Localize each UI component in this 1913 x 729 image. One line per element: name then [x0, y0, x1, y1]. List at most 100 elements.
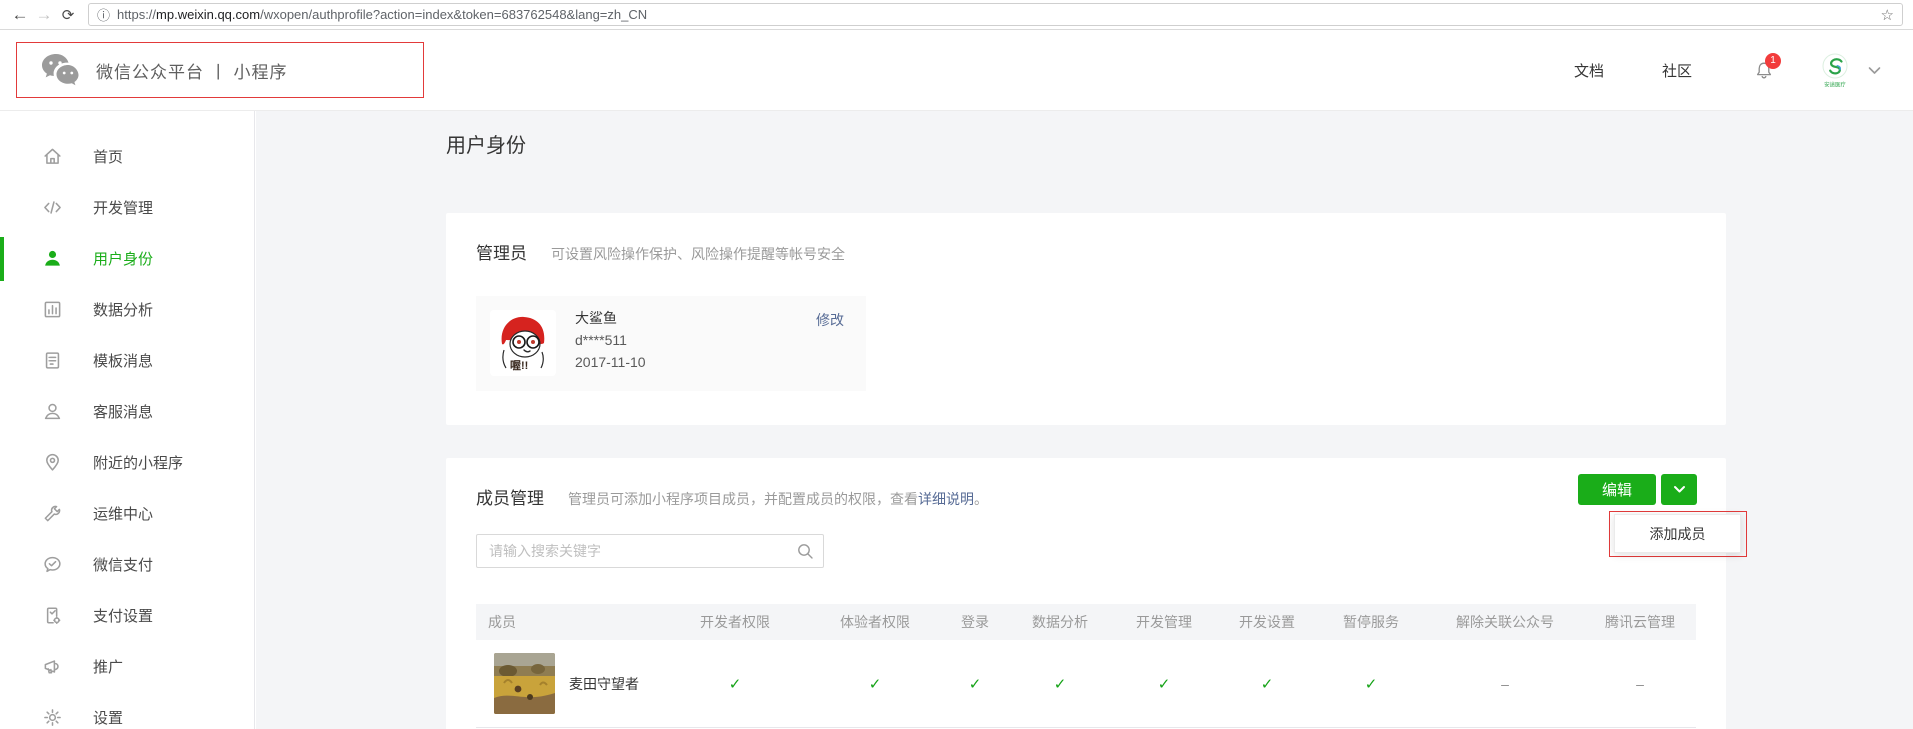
detail-help-link[interactable]: 详细说明: [918, 491, 974, 507]
notification-bell-icon[interactable]: 1: [1754, 61, 1774, 81]
sidebar-item-ops-center[interactable]: 运维中心: [0, 488, 254, 539]
add-member-menu-item[interactable]: 添加成员: [1614, 514, 1741, 553]
code-icon: [42, 198, 62, 218]
sidebar-item-pay-settings[interactable]: 支付设置: [0, 590, 254, 641]
col-data-analysis: 数据分析: [1010, 612, 1110, 632]
sidebar-item-label: 数据分析: [93, 299, 153, 320]
bar-chart-icon: [42, 300, 62, 320]
sidebar-item-label: 模板消息: [93, 350, 153, 371]
phone-gear-icon: [42, 606, 62, 626]
home-icon: [42, 147, 62, 167]
gear-icon: [42, 708, 62, 728]
sidebar-item-promotion[interactable]: 推广: [0, 641, 254, 692]
sidebar-item-settings[interactable]: 设置: [0, 692, 254, 729]
permission-cell: –: [1584, 676, 1696, 692]
edit-dropdown-toggle[interactable]: [1661, 474, 1697, 505]
account-avatar[interactable]: 安途医疗: [1822, 53, 1848, 89]
browser-back-button[interactable]: ←: [8, 5, 32, 25]
col-pause-service: 暂停服务: [1316, 612, 1426, 632]
sidebar-item-label: 设置: [93, 707, 123, 728]
sidebar-item-wechat-pay[interactable]: 微信支付: [0, 539, 254, 590]
sidebar-item-label: 首页: [93, 146, 123, 167]
site-header: 微信公众平台 丨 小程序 文档 社区 1 安途医疗: [0, 30, 1913, 111]
permission-cell: ✓: [1010, 675, 1110, 693]
permission-cell: ✓: [810, 675, 940, 693]
sidebar-item-label: 推广: [93, 656, 123, 677]
url-domain: mp.weixin.qq.com: [156, 7, 260, 22]
sidebar-item-label: 运维中心: [93, 503, 153, 524]
megaphone-icon: [42, 657, 62, 677]
admin-avatar: 喔!!: [490, 310, 556, 376]
member-avatar: [494, 653, 555, 714]
sidebar-item-dev-management[interactable]: 开发管理: [0, 182, 254, 233]
sidebar-item-data-analysis[interactable]: 数据分析: [0, 284, 254, 335]
page-info-icon[interactable]: ⓘ: [97, 5, 110, 24]
sidebar-item-label: 支付设置: [93, 605, 153, 626]
admin-card: 管理员 可设置风险操作保护、风险操作提醒等帐号安全 喔!! 大鲨鱼: [446, 213, 1726, 425]
member-section-subtitle: 管理员可添加小程序项目成员，并配置成员的权限，查看详细说明。: [568, 489, 988, 509]
member-section-title: 成员管理: [476, 484, 544, 509]
template-doc-icon: [42, 351, 62, 371]
url-text: https://mp.weixin.qq.com/wxopen/authprof…: [117, 7, 1881, 22]
user-icon: [42, 249, 62, 269]
main-content: 用户身份 管理员 可设置风险操作保护、风险操作提醒等帐号安全 喔!!: [256, 111, 1913, 729]
admin-info-box: 喔!! 大鲨鱼 d****511 2017-11-10 修改: [476, 296, 866, 391]
location-pin-icon: [42, 453, 62, 473]
nav-community-link[interactable]: 社区: [1662, 60, 1692, 81]
col-dev-settings: 开发设置: [1218, 612, 1316, 632]
col-dev-management: 开发管理: [1110, 612, 1218, 632]
sidebar: 首页 开发管理 用户身份 数据分析 模板消息: [0, 111, 255, 729]
notification-badge: 1: [1765, 53, 1781, 69]
admin-section-title: 管理员: [476, 239, 527, 264]
sidebar-item-user-identity[interactable]: 用户身份: [0, 233, 254, 284]
permission-cell: ✓: [940, 675, 1010, 693]
modify-link[interactable]: 修改: [816, 310, 844, 330]
subtitle-period: 。: [974, 491, 988, 507]
account-chevron-down-icon[interactable]: [1868, 66, 1881, 75]
search-icon[interactable]: [796, 542, 814, 560]
permission-cell: ✓: [1110, 675, 1218, 693]
col-tencent-cloud: 腾讯云管理: [1584, 612, 1696, 632]
col-unlink-official-account: 解除关联公众号: [1426, 612, 1584, 632]
chat-check-icon: [42, 555, 62, 575]
col-member: 成员: [476, 612, 660, 632]
col-developer-permission: 开发者权限: [660, 612, 810, 632]
url-path: /wxopen/authprofile?action=index&token=6…: [260, 7, 647, 22]
admin-date: 2017-11-10: [575, 351, 646, 373]
brand[interactable]: 微信公众平台 丨 小程序: [40, 52, 287, 88]
col-login: 登录: [940, 612, 1010, 632]
wechat-logo-icon: [40, 52, 82, 88]
wrench-icon: [42, 504, 62, 524]
sidebar-item-label: 微信支付: [93, 554, 153, 575]
browser-reload-button[interactable]: ⟳: [56, 6, 80, 24]
address-bar[interactable]: ⓘ https://mp.weixin.qq.com/wxopen/authpr…: [88, 3, 1903, 26]
admin-avatar-text: 喔!!: [510, 359, 528, 372]
account-caption: 安途医疗: [1824, 80, 1846, 88]
member-name: 麦田守望者: [569, 674, 639, 694]
browser-forward-button[interactable]: →: [32, 5, 56, 25]
admin-name: 大鲨鱼: [575, 307, 646, 329]
sidebar-item-label: 附近的小程序: [93, 452, 183, 473]
url-scheme: https://: [117, 7, 156, 22]
bookmark-star-icon[interactable]: ☆: [1881, 6, 1894, 24]
chevron-down-icon: [1673, 485, 1686, 494]
edit-button[interactable]: 编辑: [1578, 474, 1656, 505]
permission-cell: ✓: [1218, 675, 1316, 693]
sidebar-item-nearby-miniprogram[interactable]: 附近的小程序: [0, 437, 254, 488]
member-management-card: 成员管理 管理员可添加小程序项目成员，并配置成员的权限，查看详细说明。 编辑 添…: [446, 458, 1726, 729]
sidebar-item-home[interactable]: 首页: [0, 131, 254, 182]
sidebar-item-label: 客服消息: [93, 401, 153, 422]
col-tester-permission: 体验者权限: [810, 612, 940, 632]
admin-section-subtitle: 可设置风险操作保护、风险操作提醒等帐号安全: [551, 244, 845, 264]
sidebar-item-label: 用户身份: [93, 248, 153, 269]
permission-cell: ✓: [1316, 675, 1426, 693]
member-search-input[interactable]: [476, 534, 824, 568]
sidebar-item-template-message[interactable]: 模板消息: [0, 335, 254, 386]
page-title: 用户身份: [446, 129, 526, 158]
permission-cell: ✓: [660, 675, 810, 693]
customer-service-icon: [42, 402, 62, 422]
member-table: 成员 开发者权限 体验者权限 登录 数据分析 开发管理 开发设置 暂停服务 解除…: [476, 604, 1696, 728]
sidebar-item-customer-service[interactable]: 客服消息: [0, 386, 254, 437]
admin-account: d****511: [575, 329, 646, 351]
nav-docs-link[interactable]: 文档: [1574, 60, 1604, 81]
